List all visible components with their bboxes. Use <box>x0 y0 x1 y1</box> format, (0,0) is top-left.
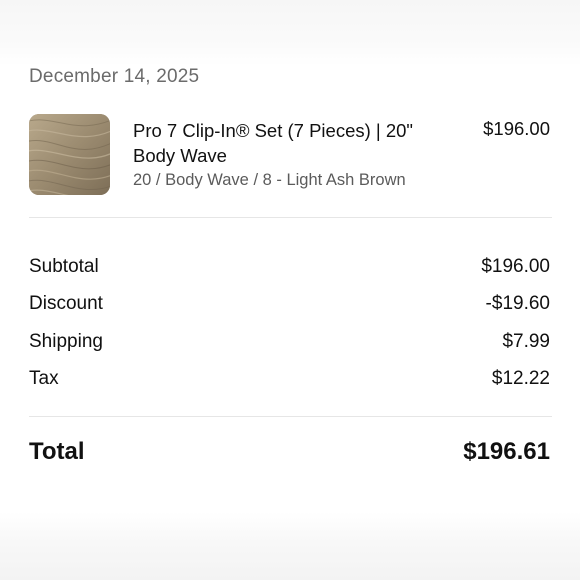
subtotal-value: $196.00 <box>481 256 550 277</box>
product-price: $196.00 <box>483 118 550 139</box>
total-label: Total <box>29 438 85 465</box>
total-row: Total $196.61 <box>29 438 550 472</box>
hair-swatch-icon <box>29 114 110 195</box>
product-variant: 20 / Body Wave / 8 - Light Ash Brown <box>133 171 406 189</box>
order-line-item[interactable]: Pro 7 Clip-In® Set (7 Pieces) | 20" Body… <box>29 114 550 196</box>
bottom-blur-overlay <box>0 512 580 580</box>
product-thumbnail[interactable] <box>29 114 110 195</box>
order-date: December 14, 2025 <box>29 66 200 87</box>
total-value: $196.61 <box>463 438 550 465</box>
discount-label: Discount <box>29 293 103 314</box>
tax-row: Tax $12.22 <box>29 368 550 394</box>
tax-label: Tax <box>29 368 59 389</box>
discount-value: -$19.60 <box>485 293 550 314</box>
shipping-row: Shipping $7.99 <box>29 331 550 357</box>
subtotal-row: Subtotal $196.00 <box>29 256 550 282</box>
product-name[interactable]: Pro 7 Clip-In® Set (7 Pieces) | 20" Body… <box>133 118 453 168</box>
divider <box>29 217 552 218</box>
shipping-value: $7.99 <box>502 331 550 352</box>
divider <box>29 416 552 417</box>
shipping-label: Shipping <box>29 331 103 352</box>
subtotal-label: Subtotal <box>29 256 99 277</box>
tax-value: $12.22 <box>491 368 550 389</box>
discount-row: Discount -$19.60 <box>29 293 550 319</box>
top-blur-overlay <box>0 0 580 66</box>
